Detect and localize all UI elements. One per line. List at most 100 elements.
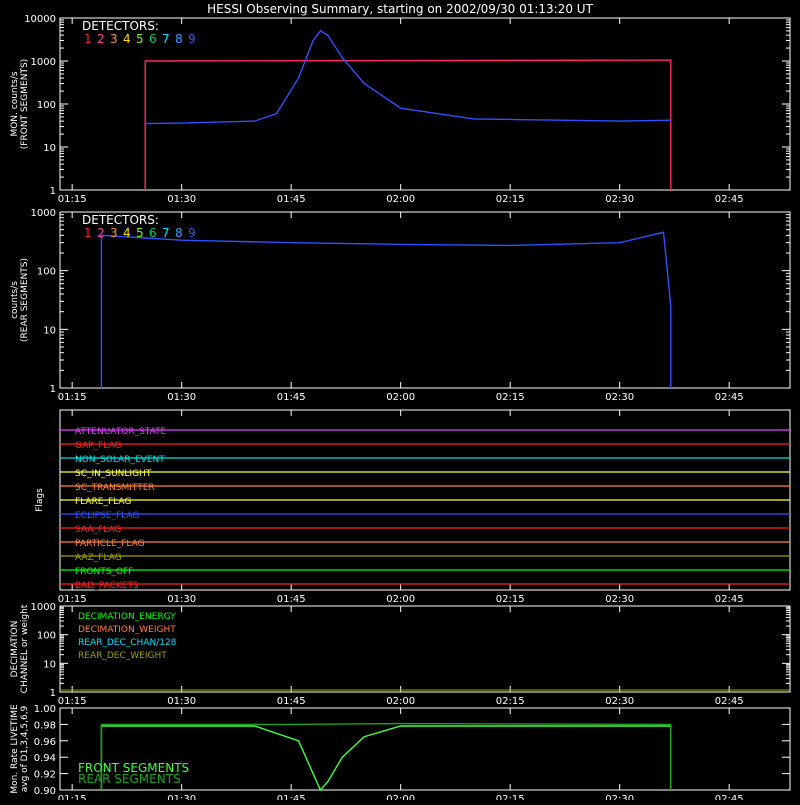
panel-4-x-tick-label-1: 01:30 [167, 794, 196, 800]
panel-3-y-axis-label-2: CHANNEL or weight [20, 604, 30, 693]
panel-4-series-0-line [100, 725, 672, 792]
panel-3-x-tick-label-6: 02:45 [715, 696, 744, 707]
panel-3-x-tick-label-4: 02:15 [496, 696, 525, 707]
panel-4-x-tick-label-6: 02:45 [715, 794, 744, 800]
flag-5-label: FLARE_FLAG [75, 497, 131, 507]
panel-1-x-tick-label-4: 02:15 [496, 392, 525, 403]
panel-2-x-tick-label-0: 01:15 [58, 594, 87, 605]
panel-0-x-tick-label-5: 02:30 [605, 194, 634, 205]
flag-6-label: ECLIPSE_FLAG [75, 511, 139, 521]
panel-1-legend-title: DETECTORS: [82, 213, 159, 227]
panel-0-series-1-line [145, 29, 671, 125]
panel-4-y-tick-label-1: 0.92 [34, 770, 56, 781]
panel-4-y-tick-label-4: 0.98 [34, 720, 56, 731]
panel-3-x-tick-label-0: 01:15 [58, 696, 87, 707]
panel-1-x-tick-label-5: 02:30 [605, 392, 634, 403]
panel-0-legend-item-5: 6 [149, 32, 157, 46]
panel-0-x-tick-label-1: 01:30 [167, 194, 196, 205]
panel-2-x-tick-label-6: 02:45 [715, 594, 744, 605]
panel-3-y-tick-label-0: 1 [50, 688, 56, 699]
flag-2-label: NON_SOLAR_EVENT [75, 455, 165, 465]
panel-3-x-tick-label-1: 01:30 [167, 696, 196, 707]
panel-2-y-axis-label: Flags [35, 488, 45, 512]
panel-1-x-tick-label-2: 01:45 [277, 392, 306, 403]
flag-7-label: SAA_FLAG [75, 525, 121, 535]
panel-3-y-tick-label-2: 100 [37, 631, 56, 642]
flag-0-label: ATTENUATOR_STATE [75, 427, 167, 437]
panel-2-x-tick-label-2: 01:45 [277, 594, 306, 605]
panel-0-x-tick-label-6: 02:45 [715, 194, 744, 205]
panel-0-y-axis-label: MON. counts/s [10, 71, 20, 136]
panel-4-x-tick-label-0: 01:15 [58, 794, 87, 800]
panel-1-legend-item-3: 4 [123, 226, 131, 240]
panel-2-x-tick-label-5: 02:30 [605, 594, 634, 605]
panel-1-y-tick-label-3: 1000 [31, 208, 56, 219]
panel-4-y-tick-label-3: 0.96 [34, 737, 56, 748]
decimation-legend-item-0: DECIMATION_ENERGY [78, 612, 176, 622]
panel-0-legend-item-8: 9 [188, 32, 196, 46]
panel-1-legend-item-2: 3 [110, 226, 118, 240]
flag-10-label: FRONTS_OFF [75, 567, 133, 577]
panel-0-legend-item-7: 8 [175, 32, 183, 46]
panel-3-y-tick-label-3: 1000 [31, 602, 56, 613]
panel-1-legend-item-0: 1 [84, 226, 92, 240]
panel-1-x-tick-label-0: 01:15 [58, 392, 87, 403]
panel-0-y-tick-label-3: 1000 [31, 57, 56, 68]
panel-3-y-axis-label: DECIMATION [10, 621, 20, 678]
panel-1-y-tick-label-2: 100 [37, 267, 56, 278]
panel-0-legend-item-2: 3 [110, 32, 118, 46]
panel-4-x-tick-label-5: 02:30 [605, 794, 634, 800]
panel-0-legend-item-6: 7 [162, 32, 170, 46]
panel-0-legend-item-0: 1 [84, 32, 92, 46]
panel-0-x-tick-label-0: 01:15 [58, 194, 87, 205]
panel-0-legend-title: DETECTORS: [82, 19, 159, 33]
decimation-legend-item-3: REAR_DEC_WEIGHT [78, 651, 167, 661]
panel-1-x-tick-label-3: 02:00 [386, 392, 415, 403]
panel-3-x-tick-label-3: 02:00 [386, 696, 415, 707]
panel-4-y-tick-label-2: 0.94 [34, 753, 56, 764]
decimation-legend-item-1: DECIMATION_WEIGHT [78, 625, 176, 635]
livetime-legend-item-1: REAR SEGMENTS [78, 772, 181, 786]
panel-0-y-tick-label-1: 10 [43, 143, 56, 154]
panel-1-series-0-line [100, 231, 672, 388]
figure-title: HESSI Observing Summary, starting on 200… [207, 2, 593, 16]
panel-0-legend-item-1: 2 [97, 32, 105, 46]
panel-3-x-tick-label-5: 02:30 [605, 696, 634, 707]
panel-1-legend-item-5: 6 [149, 226, 157, 240]
flag-11-label: BAD_PACKETS [75, 581, 139, 591]
panel-1-legend-item-8: 9 [188, 226, 196, 240]
panel-1-legend-item-6: 7 [162, 226, 170, 240]
decimation-legend-item-2: REAR_DEC_CHAN/128 [78, 638, 177, 648]
panel-4-series-1-line [100, 722, 672, 790]
panel-1-legend-item-4: 5 [136, 226, 144, 240]
panel-4-y-tick-label-5: 1.00 [34, 704, 56, 715]
panel-1-legend-item-7: 8 [175, 226, 183, 240]
panel-0-x-tick-label-4: 02:15 [496, 194, 525, 205]
panel-0-x-tick-label-2: 01:45 [277, 194, 306, 205]
figure-canvas: HESSI Observing Summary, starting on 200… [10, 2, 791, 805]
panel-4-y-axis-label-2: avg of D1,3,4,5,6,9 [20, 705, 30, 792]
panel-1-y-tick-label-0: 1 [50, 384, 56, 395]
panel-1-legend-item-1: 2 [97, 226, 105, 240]
panel-1-y-tick-label-1: 10 [43, 325, 56, 336]
panel-0-legend-item-3: 4 [123, 32, 131, 46]
flag-8-label: PARTICLE_FLAG [75, 539, 145, 549]
panel-1-y-axis-label: counts/s [10, 281, 20, 319]
panel-0-legend-item-4: 5 [136, 32, 144, 46]
panel-4-x-tick-label-2: 01:45 [277, 794, 306, 800]
panel-2-x-tick-label-4: 02:15 [496, 594, 525, 605]
flag-3-label: SC_IN_SUNLIGHT [75, 469, 152, 479]
panel-4-x-tick-label-3: 02:00 [386, 794, 415, 800]
flag-1-label: GAP_FLAG [75, 441, 121, 451]
panel-4-x-tick-label-4: 02:15 [496, 794, 525, 800]
panel-3-x-tick-label-2: 01:45 [277, 696, 306, 707]
panel-3-y-tick-label-1: 10 [43, 659, 56, 670]
panel-0-x-tick-label-3: 02:00 [386, 194, 415, 205]
panel-4-y-tick-label-0: 0.90 [34, 786, 56, 797]
flag-4-label: SC_TRANSMITTER [75, 483, 155, 493]
hessi-summary-figure: HESSI Observing Summary, starting on 200… [0, 0, 800, 805]
panel-1-x-tick-label-1: 01:30 [167, 392, 196, 403]
panel-0-y-axis-label-2: (FRONT SEGMENTS) [20, 59, 30, 149]
panel-2-x-tick-label-1: 01:30 [167, 594, 196, 605]
flag-9-label: AAZ_FLAG [75, 553, 122, 563]
